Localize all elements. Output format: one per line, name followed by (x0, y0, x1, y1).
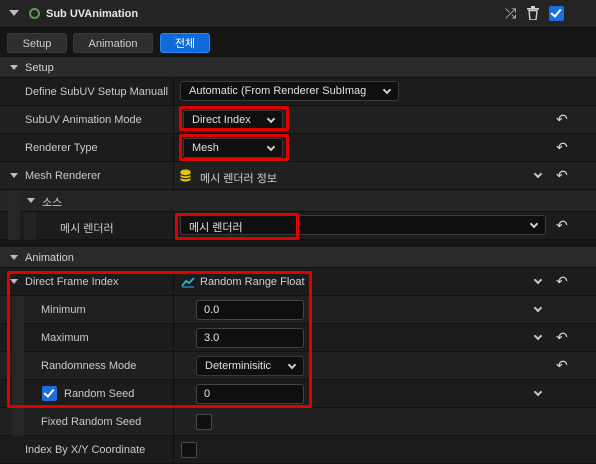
module-status-icon (29, 8, 40, 19)
reset-to-default-icon[interactable]: ↶ (556, 217, 568, 234)
expand-arrow-icon[interactable] (10, 173, 18, 178)
column-divider[interactable] (173, 162, 174, 190)
chevron-down-icon[interactable] (533, 275, 543, 285)
reset-to-default-icon[interactable]: ↶ (556, 167, 568, 184)
subsection-source[interactable]: 소스 (0, 190, 596, 212)
property-label: Define SubUV Setup Manuall (25, 86, 169, 98)
reset-to-default-icon[interactable]: ↶ (556, 111, 568, 128)
property-row-mesh-renderer: Mesh Renderer 메시 렌더러 정보 ↶ (0, 162, 596, 190)
mesh-renderer-info: 메시 렌더러 정보 (200, 173, 277, 185)
property-row-fixed-random-seed: Fixed Random Seed (0, 408, 596, 436)
chevron-down-icon (529, 219, 539, 229)
column-divider[interactable] (173, 134, 174, 162)
property-label: Mesh Renderer (25, 170, 101, 182)
reset-to-default-icon[interactable]: ↶ (556, 139, 568, 156)
module-enabled-checkbox[interactable] (549, 6, 564, 21)
collapse-arrow-icon (27, 198, 35, 203)
property-label: Renderer Type (25, 142, 98, 154)
define-setup-dropdown[interactable]: Automatic (From Renderer SubImag (180, 81, 399, 101)
module-header: Sub UVAnimation ⤮ (0, 0, 596, 28)
chevron-down-icon[interactable] (533, 331, 543, 341)
column-divider[interactable] (173, 436, 174, 464)
reset-to-default-icon[interactable]: ↶ (556, 329, 568, 346)
property-label: Fixed Random Seed (41, 416, 142, 428)
column-divider[interactable] (173, 106, 174, 134)
collapse-arrow-icon[interactable] (9, 10, 19, 16)
column-divider[interactable] (173, 212, 174, 240)
indent-guide (24, 212, 36, 240)
highlight-box (179, 134, 289, 161)
section-label: Animation (25, 252, 74, 264)
database-icon (180, 169, 191, 185)
property-row-define-setup: Define SubUV Setup Manuall Automatic (Fr… (0, 78, 596, 106)
reset-to-default-icon[interactable]: ↶ (556, 273, 568, 290)
column-divider[interactable] (173, 78, 174, 106)
subsection-label: 소스 (42, 197, 63, 209)
tab-animation[interactable]: Animation (73, 33, 153, 53)
property-label: Index By X/Y Coordinate (25, 444, 146, 456)
reset-to-default-icon[interactable]: ↶ (556, 357, 568, 374)
chevron-down-icon[interactable] (533, 387, 543, 397)
tab-all[interactable]: 전체 (160, 33, 210, 53)
property-label: SubUV Animation Mode (25, 114, 142, 126)
trash-icon[interactable] (527, 6, 539, 22)
shuffle-icon[interactable]: ⤮ (505, 6, 516, 20)
index-by-xy-checkbox[interactable] (181, 442, 197, 458)
section-label: Setup (25, 62, 54, 74)
highlight-box (7, 271, 312, 408)
chevron-down-icon[interactable] (533, 303, 543, 313)
module-title: Sub UVAnimation (46, 8, 139, 20)
property-row-index-by-xy: Index By X/Y Coordinate (0, 436, 596, 464)
fixed-random-seed-checkbox[interactable] (196, 414, 212, 430)
property-row-anim-mode: SubUV Animation Mode Direct Index ↶ (0, 106, 596, 134)
section-animation[interactable]: Animation (0, 246, 596, 268)
highlight-box (179, 106, 289, 131)
column-divider[interactable] (173, 408, 174, 436)
indent-guide (8, 212, 20, 240)
section-collapse-icon (10, 65, 18, 70)
chevron-down-icon[interactable] (533, 169, 543, 179)
dropdown-value: Automatic (From Renderer SubImag (189, 85, 367, 97)
property-row-renderer-type: Renderer Type Mesh ↶ (0, 134, 596, 162)
section-collapse-icon (10, 255, 18, 260)
chevron-down-icon (382, 85, 392, 95)
indent-guide (12, 408, 24, 436)
property-label: 메시 렌더러 (60, 223, 114, 235)
highlight-box (175, 213, 299, 240)
tab-setup[interactable]: Setup (7, 33, 67, 53)
indent-guide (8, 190, 20, 212)
section-setup[interactable]: Setup (0, 56, 596, 78)
